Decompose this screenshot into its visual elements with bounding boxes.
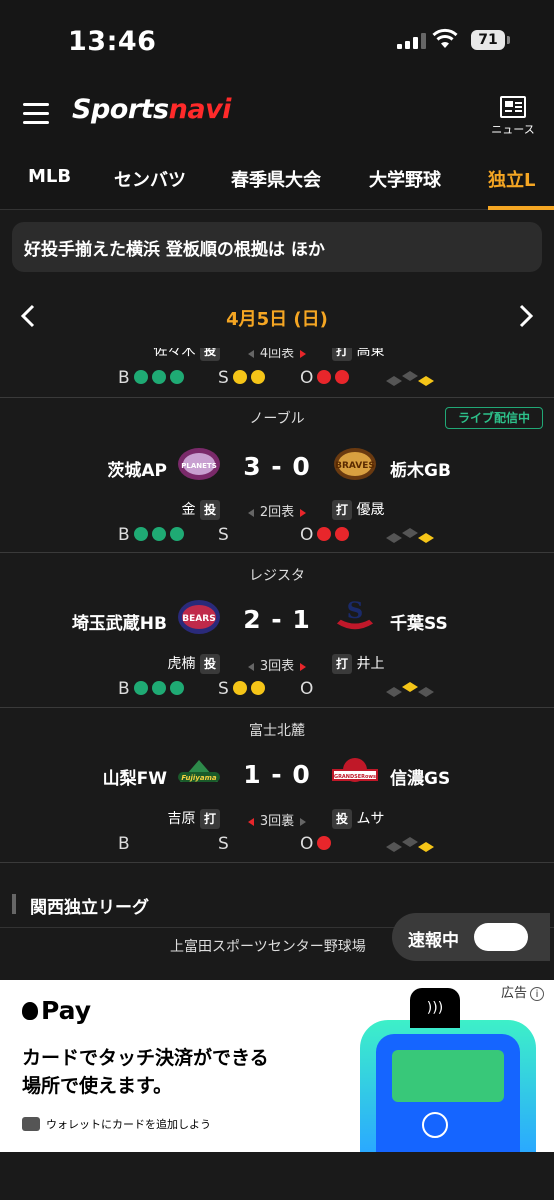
wifi-icon	[432, 28, 458, 48]
tab-senbatsu[interactable]: センバツ	[114, 166, 186, 192]
svg-text:BRAVES: BRAVES	[335, 461, 375, 471]
batter-info: 打 井上	[332, 653, 384, 674]
app-header: Sportsnavi ニュース	[0, 80, 554, 150]
away-team-logo: S	[336, 598, 374, 630]
inning-indicator: 3回表	[0, 655, 554, 674]
strike-count: S	[218, 368, 265, 388]
cellular-signal-icon	[397, 33, 426, 49]
section-marker	[12, 894, 16, 914]
out-count: O	[300, 525, 350, 545]
category-tabs: MLB センバツ 春季県大会 大学野球 独立L	[0, 150, 554, 210]
news-label: ニュース	[491, 123, 535, 136]
venue-name: レジスタ	[249, 568, 305, 584]
base-runners-icon	[386, 682, 434, 697]
newspaper-icon	[500, 96, 526, 118]
game-card[interactable]: レジスタ 埼玉武蔵HB BEARS 2 - 1 S 千葉SS 虎楠 投 3回表 …	[0, 553, 554, 708]
away-team-logo: BRAVES	[334, 448, 376, 480]
wallet-cta: ウォレットにカードを追加しよう	[22, 1116, 211, 1132]
phone-illustration	[360, 1020, 536, 1152]
ball-count: B	[118, 834, 130, 854]
base-runners-icon	[386, 528, 434, 543]
away-team-logo: GRANDSERows	[332, 758, 378, 782]
away-team: 栃木GB	[390, 461, 451, 481]
inning-indicator: 4回表	[0, 348, 554, 361]
chevron-right-icon[interactable]	[512, 303, 538, 329]
game-card[interactable]: 富士北麓 山梨FW Fujiyama 1 - 0 GRANDSERows 信濃G…	[0, 708, 554, 863]
ad-copy: カードでタッチ決済ができる 場所で使えます。	[22, 1047, 269, 1097]
apple-pay-logo: Pay	[22, 996, 91, 1025]
tab-spring-prefectural[interactable]: 春季県大会	[231, 166, 321, 192]
news-button[interactable]: ニュース	[488, 96, 538, 137]
svg-text:GRANDSERows: GRANDSERows	[334, 774, 376, 780]
batter-name: 高東	[356, 348, 385, 359]
toggle-switch[interactable]	[474, 923, 528, 951]
toggle-label: 速報中	[408, 931, 459, 951]
out-count: O	[300, 834, 332, 854]
menu-icon[interactable]	[23, 103, 49, 125]
breaking-news-toggle[interactable]: 速報中	[392, 913, 550, 961]
batter-info: 打 高東	[332, 348, 384, 361]
inning-indicator: 2回表	[0, 501, 554, 520]
out-count: O	[300, 679, 314, 699]
headline-text: 好投手揃えた横浜 登板順の根拠は ほか	[24, 240, 325, 260]
checkmark-icon	[422, 1112, 448, 1138]
apple-logo-icon	[22, 1002, 38, 1020]
venue-name: 富士北麓	[249, 723, 305, 739]
section-title: 関西独立リーグ	[30, 898, 149, 918]
strike-count: S	[218, 834, 229, 854]
base-runners-icon	[386, 837, 434, 852]
headline-banner[interactable]: 好投手揃えた横浜 登板順の根拠は ほか	[12, 222, 542, 272]
batter-info: 打 優晟	[332, 499, 384, 520]
date-selector: 4月5日 (日)	[0, 288, 554, 348]
ball-count: B	[118, 368, 184, 388]
status-bar: 13:46 71	[0, 0, 554, 80]
away-team: 千葉SS	[390, 614, 448, 634]
tab-independent-league[interactable]: 独立L	[488, 166, 535, 192]
batter-tag: 打	[332, 348, 352, 361]
card-illustration	[392, 1050, 504, 1102]
info-icon[interactable]: i	[530, 987, 544, 1001]
game-card[interactable]: ノーブル ライブ配信中 茨城AP PLANETS 3 - 0 BRAVES 栃木…	[0, 398, 554, 553]
live-stream-badge[interactable]: ライブ配信中	[445, 407, 543, 429]
ball-count: B	[118, 525, 184, 545]
wallet-icon	[22, 1117, 40, 1131]
ball-count: B	[118, 679, 184, 699]
inning-indicator: 3回裏	[0, 810, 554, 829]
selected-date: 4月5日 (日)	[226, 309, 328, 330]
score: 3 - 0	[243, 452, 311, 481]
advertisement[interactable]: 広告 i Pay カードでタッチ決済ができる 場所で使えます。 ウォレットにカード…	[0, 980, 554, 1152]
pitcher-info: 投 ムサ	[332, 808, 384, 829]
strike-count: S	[218, 679, 265, 699]
ad-label[interactable]: 広告 i	[501, 982, 544, 1001]
score: 1 - 0	[243, 760, 311, 789]
bottom-bar	[0, 1152, 554, 1200]
venue-name: 上富田スポーツセンター野球場	[170, 939, 366, 955]
out-count: O	[300, 368, 350, 388]
game-card-partial[interactable]: 佐々木 投 4回表 打 高東 B S O	[0, 348, 554, 398]
tab-mlb[interactable]: MLB	[28, 166, 71, 187]
away-team: 信濃GS	[390, 769, 451, 789]
battery-icon: 71	[471, 30, 505, 50]
battery-tip	[507, 36, 510, 44]
score: 2 - 1	[243, 605, 311, 634]
sportsnavi-logo[interactable]: Sportsnavi	[72, 94, 231, 125]
clock: 13:46	[68, 26, 157, 57]
base-runners-icon	[386, 371, 434, 386]
tab-college-baseball[interactable]: 大学野球	[369, 166, 441, 192]
strike-count: S	[218, 525, 229, 545]
svg-text:S: S	[347, 598, 363, 624]
active-tab-indicator	[488, 206, 554, 210]
contactless-icon: )))	[410, 988, 460, 1028]
